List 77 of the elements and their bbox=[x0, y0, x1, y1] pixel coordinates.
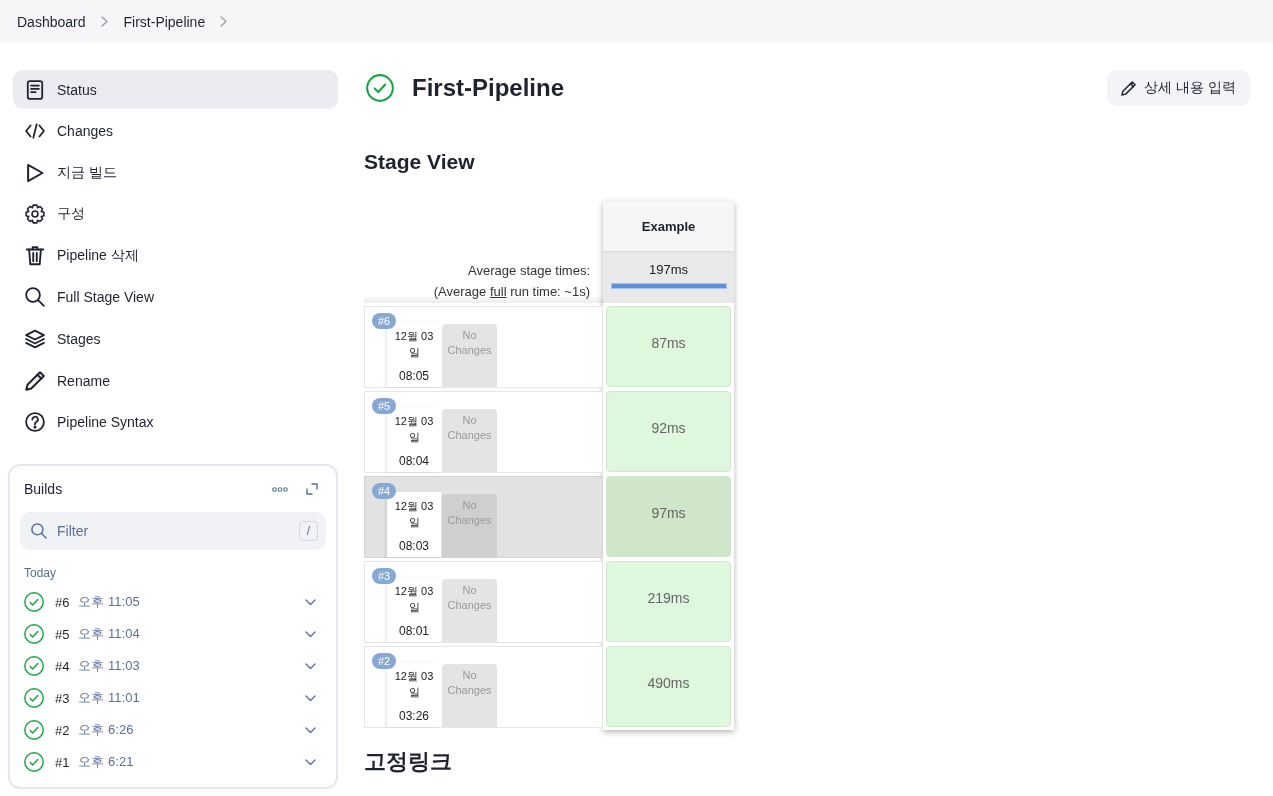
average-run-time-text: (Average full run time: ~1s) bbox=[432, 283, 590, 301]
layers-icon bbox=[25, 329, 45, 350]
pencil-icon bbox=[1121, 80, 1137, 96]
settings-icon bbox=[25, 204, 45, 225]
chevron-right-icon bbox=[100, 16, 108, 27]
build-time: 오후 11:01 bbox=[78, 689, 141, 708]
filter-field[interactable]: Filter / bbox=[20, 512, 326, 551]
build-number[interactable]: #5 bbox=[55, 626, 70, 642]
build-time: 오후 11:04 bbox=[78, 625, 141, 644]
chevron-down-icon[interactable] bbox=[305, 694, 316, 702]
sidebar-item[interactable]: Pipeline Syntax bbox=[13, 402, 338, 442]
stage-duration-cell[interactable]: 490ms bbox=[606, 646, 731, 727]
sidebar-item[interactable]: Status bbox=[13, 70, 338, 109]
changes-cell: No Changes bbox=[442, 579, 497, 642]
run-date: 12월 03일 bbox=[393, 414, 435, 445]
chevron-down-icon[interactable] bbox=[305, 662, 316, 670]
sidebar-item[interactable]: Changes bbox=[13, 111, 338, 151]
changes-cell: No Changes bbox=[442, 664, 497, 727]
build-number[interactable]: #1 bbox=[55, 754, 70, 770]
pencil-icon bbox=[25, 370, 45, 391]
build-number[interactable]: #4 bbox=[55, 658, 70, 674]
section-heading: 고정링크 bbox=[364, 748, 453, 776]
keyboard-shortcut: / bbox=[298, 521, 318, 542]
stage-average-time: 197ms bbox=[649, 262, 688, 277]
more-icon[interactable] bbox=[272, 486, 288, 492]
section-heading: Stage View bbox=[364, 149, 476, 175]
build-number[interactable]: #3 bbox=[55, 690, 70, 706]
full-run-link[interactable]: full bbox=[489, 284, 507, 299]
chevron-down-icon[interactable] bbox=[305, 726, 316, 734]
sidebar-item[interactable]: 구성 bbox=[13, 194, 338, 234]
build-time: 오후 6:26 bbox=[78, 721, 135, 740]
run-date: 12월 03일 bbox=[393, 499, 435, 530]
help-icon bbox=[25, 412, 45, 433]
stage-duration-cell[interactable]: 97ms bbox=[606, 476, 731, 557]
expand-icon[interactable] bbox=[306, 483, 318, 496]
build-number[interactable]: #6 bbox=[55, 594, 70, 610]
page-title: First-Pipeline bbox=[412, 74, 566, 102]
trash-icon bbox=[25, 245, 45, 266]
edit-description-button[interactable]: 상세 내용 입력 bbox=[1107, 70, 1250, 106]
run-time: 08:05 bbox=[399, 369, 429, 383]
average-stage-times-label: Average stage times: bbox=[467, 262, 590, 280]
builds-title: Builds bbox=[24, 481, 64, 498]
build-number[interactable]: #2 bbox=[55, 722, 70, 738]
build-time: 오후 11:05 bbox=[78, 593, 141, 612]
document-icon bbox=[25, 79, 45, 100]
sidebar-item[interactable]: Stages bbox=[13, 319, 338, 359]
sidebar-item[interactable]: Pipeline 삭제 bbox=[13, 236, 338, 276]
stage-name: Example bbox=[603, 201, 734, 252]
run-time: 08:01 bbox=[399, 624, 429, 638]
run-time: 08:03 bbox=[399, 539, 429, 553]
stage-duration-cell[interactable]: 92ms bbox=[606, 391, 731, 472]
sidebar-item[interactable]: Rename bbox=[13, 361, 338, 401]
chevron-down-icon[interactable] bbox=[305, 758, 316, 766]
breadcrumb-link[interactable]: First-Pipeline bbox=[123, 13, 206, 30]
filter-input[interactable]: Filter bbox=[57, 516, 289, 547]
search-icon bbox=[25, 287, 45, 308]
run-time: 08:04 bbox=[399, 454, 429, 468]
stage-duration-cell[interactable]: 219ms bbox=[606, 561, 731, 642]
search-icon bbox=[31, 523, 47, 540]
run-date: 12월 03일 bbox=[393, 329, 435, 360]
build-time: 오후 6:21 bbox=[78, 753, 135, 772]
run-date: 12월 03일 bbox=[393, 669, 435, 700]
breadcrumb-link[interactable]: Dashboard bbox=[17, 13, 86, 30]
sidebar-item[interactable]: Full Stage View bbox=[13, 277, 338, 317]
build-time: 오후 11:03 bbox=[78, 657, 141, 676]
sidebar-item[interactable]: 지금 빌드 bbox=[13, 153, 338, 193]
chevron-down-icon[interactable] bbox=[305, 630, 316, 638]
run-time: 03:26 bbox=[399, 709, 429, 723]
changes-cell: No Changes bbox=[442, 324, 497, 387]
changes-cell: No Changes bbox=[442, 409, 497, 472]
chevron-down-icon[interactable] bbox=[305, 598, 316, 606]
play-icon bbox=[25, 162, 45, 183]
chevron-right-icon bbox=[220, 16, 228, 27]
group-label: Today bbox=[24, 566, 58, 581]
run-date: 12월 03일 bbox=[393, 584, 435, 615]
code-icon bbox=[25, 121, 45, 142]
stage-duration-cell[interactable]: 87ms bbox=[606, 306, 731, 387]
